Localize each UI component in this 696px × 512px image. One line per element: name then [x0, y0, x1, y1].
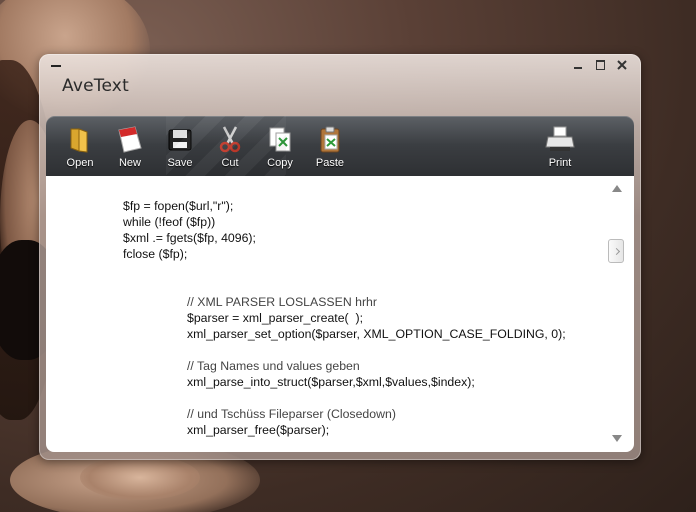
print-button[interactable]: Print: [536, 124, 584, 174]
code-comment: // XML PARSER LOSLASSEN hrhr: [187, 295, 377, 309]
title-bar[interactable]: AveText: [39, 54, 641, 116]
code-line: while (!feof ($fp)): [123, 215, 216, 229]
new-button[interactable]: New: [106, 124, 154, 174]
code-line: fclose ($fp);: [123, 247, 188, 261]
open-button[interactable]: Open: [56, 124, 104, 174]
close-button[interactable]: [615, 58, 629, 72]
copy-button[interactable]: Copy: [256, 124, 304, 174]
minimize-button[interactable]: [571, 58, 585, 72]
code-line: $fp = fopen($url,"r");: [123, 199, 234, 213]
cut-button[interactable]: Cut: [206, 124, 254, 174]
save-label: Save: [167, 157, 193, 169]
minimize-icon: [574, 67, 582, 69]
new-label: New: [118, 157, 141, 169]
window-title: AveText: [62, 76, 129, 96]
scrollbar-thumb[interactable]: [608, 239, 624, 263]
window-controls: [571, 58, 629, 72]
code-comment: // und Tschüss Fileparser (Closedown): [187, 407, 396, 421]
maximize-icon: [595, 60, 605, 70]
print-label: Print: [548, 157, 572, 169]
printer-icon: [545, 124, 575, 154]
cut-label: Cut: [221, 157, 239, 169]
maximize-button[interactable]: [593, 58, 607, 72]
code-line: $xml .= fgets($fp, 4096);: [123, 231, 256, 245]
clipboard-icon: [315, 124, 345, 154]
code-comment: // Tag Names und values geben: [187, 359, 360, 373]
open-label: Open: [66, 157, 94, 169]
wallpaper-shape: [80, 455, 200, 500]
toolbar: Open New Save Cut Copy Paste Print: [46, 116, 634, 180]
save-button[interactable]: Save: [156, 124, 204, 174]
system-menu-icon[interactable]: [51, 65, 61, 67]
save-icon: [165, 124, 195, 154]
copy-icon: [265, 124, 295, 154]
app-window: AveText Open New Save Cut Copy Paste Pri…: [39, 54, 641, 460]
scroll-up-arrow-icon[interactable]: [612, 185, 622, 192]
close-icon: [617, 60, 627, 70]
code-area[interactable]: $fp = fopen($url,"r"); while (!feof ($fp…: [46, 176, 606, 452]
vertical-scrollbar[interactable]: [606, 176, 634, 452]
code-line: xml_parse_into_struct($parser,$xml,$valu…: [187, 375, 475, 389]
folder-icon: [65, 124, 95, 154]
paste-button[interactable]: Paste: [306, 124, 354, 174]
scissors-icon: [215, 124, 245, 154]
new-document-icon: [115, 124, 145, 154]
text-editor[interactable]: $fp = fopen($url,"r"); while (!feof ($fp…: [46, 176, 634, 452]
code-line: $parser = xml_parser_create( );: [187, 311, 363, 325]
code-line: xml_parser_set_option($parser, XML_OPTIO…: [187, 327, 566, 341]
copy-label: Copy: [267, 157, 293, 169]
scroll-down-arrow-icon[interactable]: [612, 435, 622, 442]
paste-label: Paste: [315, 157, 345, 169]
desktop: AveText Open New Save Cut Copy Paste Pri…: [0, 0, 696, 512]
code-line: xml_parser_free($parser);: [187, 423, 330, 437]
